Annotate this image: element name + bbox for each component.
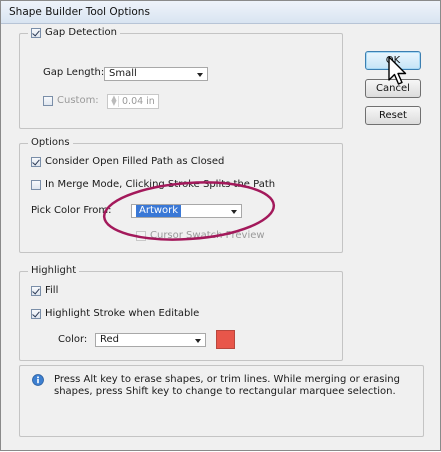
mouse-cursor-icon: [388, 56, 407, 85]
chevron-down-icon: [197, 73, 203, 77]
custom-checkbox[interactable]: [43, 95, 53, 106]
gap-length-select[interactable]: Small: [104, 67, 208, 81]
custom-label: Custom:: [57, 95, 99, 106]
stepper-icon[interactable]: ▲ ▼: [110, 95, 119, 107]
shape-builder-dialog: Shape Builder Tool Options Gap Detection…: [0, 0, 441, 451]
consider-open-filled-label: Consider Open Filled Path as Closed: [45, 156, 225, 167]
gap-detection-label: Gap Detection: [45, 27, 117, 38]
chevron-down-icon: [195, 339, 201, 343]
merge-mode-label: In Merge Mode, Clicking Stroke Splits th…: [45, 179, 276, 190]
custom-value-input[interactable]: ▲ ▼ 0.04 in: [107, 94, 159, 109]
fill-checkbox[interactable]: [31, 285, 41, 296]
custom-row[interactable]: Custom:: [43, 95, 99, 106]
highlight-color-value: Red: [100, 334, 119, 345]
gap-length-label: Gap Length:: [43, 67, 105, 78]
merge-mode-row[interactable]: In Merge Mode, Clicking Stroke Splits th…: [31, 179, 275, 190]
info-panel: Press Alt key to erase shapes, or trim l…: [19, 365, 424, 437]
highlight-legend: Highlight: [28, 265, 80, 276]
info-icon: [32, 374, 44, 386]
cursor-swatch-label: Cursor Swatch Preview: [150, 230, 265, 241]
consider-open-filled-checkbox[interactable]: [31, 156, 41, 167]
highlight-stroke-checkbox[interactable]: [31, 308, 41, 319]
chevron-down-icon: [231, 210, 237, 214]
title-bar: Shape Builder Tool Options: [1, 1, 440, 24]
info-text: Press Alt key to erase shapes, or trim l…: [54, 374, 400, 397]
cursor-swatch-row[interactable]: Cursor Swatch Preview: [136, 230, 265, 241]
dialog-title: Shape Builder Tool Options: [9, 6, 150, 18]
fill-row[interactable]: Fill: [31, 285, 58, 296]
highlight-color-select[interactable]: Red: [95, 333, 206, 347]
gap-length-row: Gap Length:: [43, 67, 104, 78]
gap-detection-group: [19, 33, 343, 129]
options-legend: Options: [28, 137, 73, 148]
highlight-stroke-label: Highlight Stroke when Editable: [45, 308, 200, 319]
merge-mode-checkbox[interactable]: [31, 179, 41, 190]
pick-color-select[interactable]: Artwork: [131, 204, 242, 218]
custom-value: 0.04 in: [122, 96, 155, 107]
highlight-stroke-row[interactable]: Highlight Stroke when Editable: [31, 308, 199, 319]
highlight-color-swatch[interactable]: [216, 330, 235, 349]
reset-button[interactable]: Reset: [365, 106, 421, 125]
color-label: Color:: [58, 334, 88, 345]
pick-color-value: Artwork: [136, 205, 182, 217]
cursor-swatch-checkbox[interactable]: [136, 230, 146, 241]
color-row: Color:: [58, 334, 87, 345]
gap-detection-checkbox[interactable]: [31, 27, 41, 38]
gap-detection-checkbox-row[interactable]: Gap Detection: [28, 27, 120, 38]
pick-color-label: Pick Color From:: [31, 205, 112, 216]
pick-color-row: Pick Color From:: [31, 205, 112, 216]
fill-label: Fill: [45, 285, 59, 296]
gap-length-value: Small: [109, 68, 137, 79]
consider-open-filled-row[interactable]: Consider Open Filled Path as Closed: [31, 156, 224, 167]
